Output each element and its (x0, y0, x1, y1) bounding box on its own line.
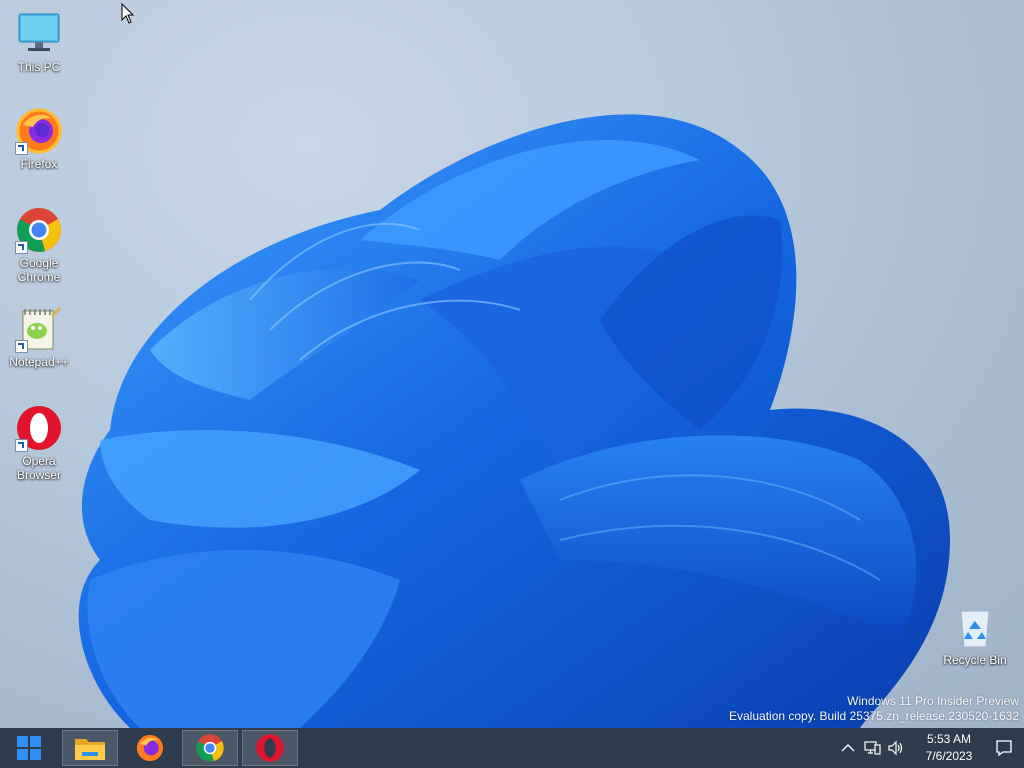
taskbar-app-chrome[interactable] (182, 730, 238, 766)
folder-icon (75, 739, 105, 760)
desktop-icon-label: This PC (17, 60, 61, 74)
windows-logo-icon (17, 736, 41, 760)
shortcut-arrow-icon (15, 142, 28, 155)
desktop[interactable]: This PC Firefox Google Chrome Notepad++ … (0, 0, 1024, 728)
desktop-icon-this-pc[interactable]: This PC (0, 10, 78, 74)
desktop-icon-notepadpp[interactable]: Notepad++ (0, 305, 78, 369)
network-icon (864, 741, 881, 755)
mouse-cursor-icon (121, 3, 135, 24)
chevron-up-icon (841, 744, 855, 752)
desktop-icon-firefox[interactable]: Firefox (0, 107, 78, 171)
taskbar: 5:53 AM 7/6/2023 (0, 728, 1024, 768)
firefox-icon (15, 107, 63, 155)
clock-date: 7/6/2023 (925, 749, 973, 763)
wallpaper-bloom (78, 114, 951, 728)
shortcut-arrow-icon (15, 241, 28, 254)
taskbar-app-opera[interactable] (242, 730, 298, 766)
shortcut-arrow-icon (15, 439, 28, 452)
shortcut-arrow-icon (15, 340, 28, 353)
taskbar-app-firefox[interactable] (122, 730, 178, 766)
notifications-button[interactable] (984, 728, 1024, 768)
opera-icon (256, 734, 284, 762)
notepadpp-icon (15, 305, 63, 353)
desktop-icon-recycle-bin[interactable]: Recycle Bin (936, 603, 1014, 667)
desktop-icon-label: Firefox (20, 157, 58, 171)
desktop-icon-chrome[interactable]: Google Chrome (0, 206, 78, 284)
desktop-icon-label: Notepad++ (9, 355, 69, 369)
taskbar-app-file-explorer[interactable] (62, 730, 118, 766)
opera-icon (15, 404, 63, 452)
chrome-icon (15, 206, 63, 254)
watermark-build: Evaluation copy. Build 25375.zn_release.… (729, 709, 1019, 723)
clock-time: 5:53 AM (926, 732, 972, 746)
speaker-icon (888, 740, 903, 756)
clock[interactable]: 5:53 AM 7/6/2023 (914, 731, 984, 765)
desktop-icon-label: Opera Browser (16, 454, 61, 482)
notification-icon (996, 740, 1012, 757)
recycle-bin-icon (951, 603, 999, 651)
network-button[interactable] (860, 728, 884, 768)
start-button[interactable] (0, 728, 58, 768)
desktop-icon-opera[interactable]: Opera Browser (0, 404, 78, 482)
watermark-edition: Windows 11 Pro Insider Preview (847, 694, 1019, 708)
system-tray: 5:53 AM 7/6/2023 (836, 728, 1024, 768)
monitor-icon (15, 10, 63, 58)
firefox-icon (136, 734, 164, 762)
chrome-icon (196, 734, 224, 762)
tray-overflow-button[interactable] (836, 728, 860, 768)
desktop-icon-label: Recycle Bin (943, 653, 1007, 667)
desktop-icon-label: Google Chrome (17, 256, 61, 284)
volume-button[interactable] (884, 728, 908, 768)
